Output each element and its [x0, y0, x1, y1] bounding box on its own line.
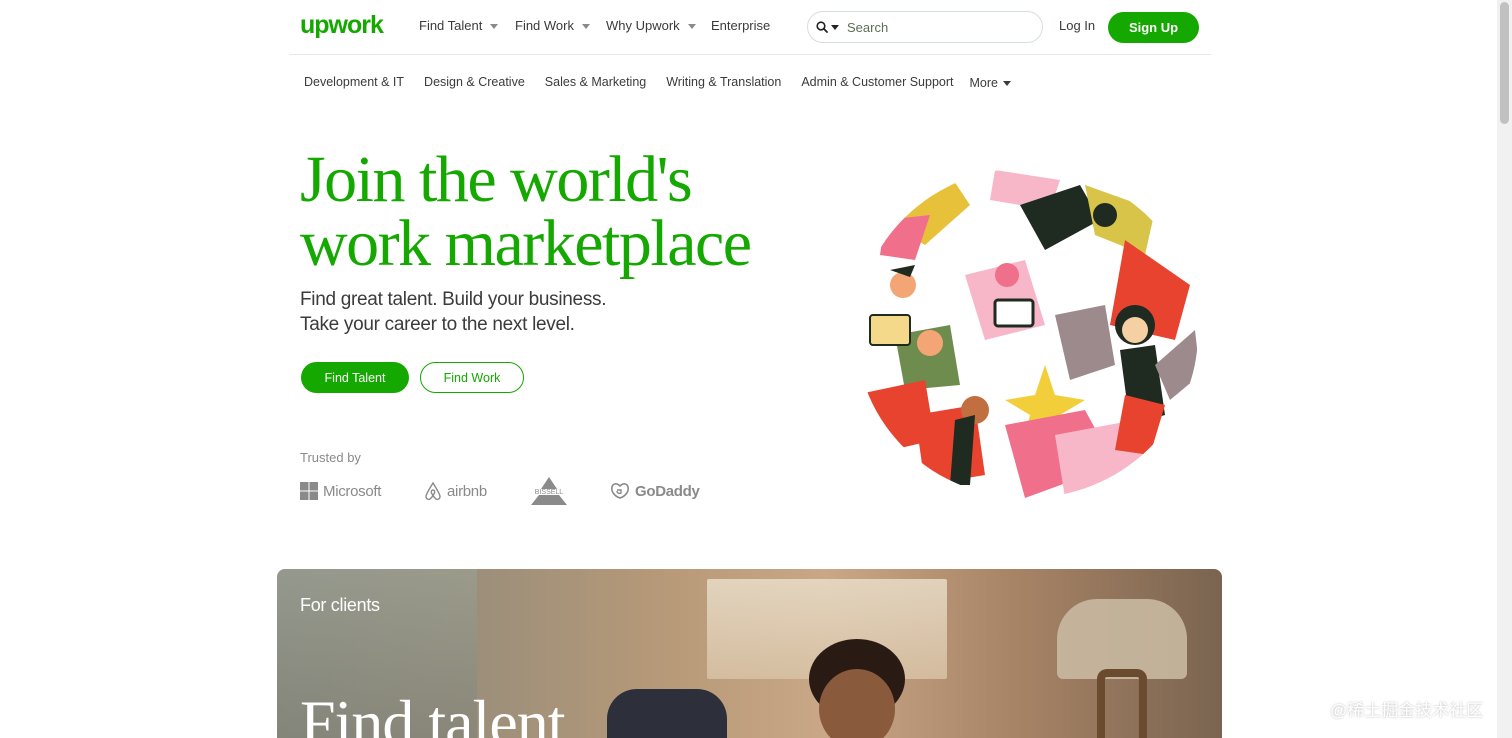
person-photo — [809, 639, 905, 738]
for-clients-label: For clients — [300, 595, 380, 615]
find-work-button[interactable]: Find Work — [420, 362, 524, 393]
search-box[interactable] — [807, 11, 1043, 43]
category-admin-support[interactable]: Admin & Customer Support — [801, 75, 953, 91]
background-lamp-stand — [1097, 669, 1147, 738]
chevron-down-icon — [831, 25, 839, 30]
find-talent-heading: Find talent — [300, 687, 566, 738]
godaddy-text: GoDaddy — [635, 482, 700, 500]
hero-illustration — [855, 165, 1200, 498]
for-clients-card[interactable]: For clients Find talent — [277, 569, 1222, 738]
vertical-scrollbar[interactable] — [1497, 0, 1512, 738]
nav-find-work[interactable]: Find Work — [515, 18, 590, 33]
search-type-dropdown[interactable] — [816, 21, 839, 33]
category-bar: Development & IT Design & Creative Sales… — [304, 75, 1011, 91]
hero-title: Join the world's work marketplace — [300, 143, 820, 280]
godaddy-logo: GoDaddy — [610, 474, 700, 508]
chevron-down-icon — [490, 23, 499, 29]
category-development-it[interactable]: Development & IT — [304, 75, 404, 91]
signup-button[interactable]: Sign Up — [1108, 12, 1199, 43]
nav-find-talent[interactable]: Find Talent — [419, 18, 499, 33]
airbnb-text: airbnb — [447, 482, 487, 500]
nav-why-upwork-label: Why Upwork — [606, 18, 680, 33]
background-pillow — [607, 689, 727, 738]
hero-subtitle-line-2: Take your career to the next level. — [300, 314, 575, 335]
search-input[interactable] — [847, 19, 1027, 35]
search-icon — [816, 21, 828, 33]
category-writing-translation[interactable]: Writing & Translation — [666, 75, 781, 91]
nav-find-talent-label: Find Talent — [419, 18, 483, 33]
hero-subtitle: Find great talent. Build your business. … — [300, 287, 607, 337]
logo-text: upwork — [300, 11, 384, 39]
svg-text:BISSELL: BISSELL — [535, 489, 564, 496]
microsoft-icon — [300, 482, 318, 500]
hero-title-line-1: Join the world's — [300, 143, 693, 216]
bissell-icon: BISSELL — [531, 477, 567, 505]
nav-enterprise[interactable]: Enterprise — [711, 18, 770, 33]
top-header: upwork Find Talent Find Work Why Upwork … — [289, 0, 1211, 55]
airbnb-icon — [425, 481, 441, 501]
hero-subtitle-line-1: Find great talent. Build your business. — [300, 289, 607, 310]
category-more-dropdown[interactable]: More — [970, 75, 1011, 91]
category-more-label: More — [969, 76, 998, 90]
scrollbar-thumb[interactable] — [1500, 2, 1509, 124]
microsoft-text: Microsoft — [323, 482, 382, 500]
nav-find-work-label: Find Work — [515, 18, 574, 33]
nav-enterprise-label: Enterprise — [711, 18, 771, 33]
upwork-logo[interactable]: upwork — [300, 11, 386, 43]
hero-title-line-2: work marketplace — [300, 207, 752, 280]
bissell-logo: BISSELL — [527, 474, 571, 508]
chevron-down-icon — [1002, 81, 1011, 86]
airbnb-logo: airbnb — [424, 474, 487, 508]
nav-why-upwork[interactable]: Why Upwork — [606, 18, 696, 33]
category-sales-marketing[interactable]: Sales & Marketing — [545, 75, 646, 91]
find-talent-button[interactable]: Find Talent — [301, 362, 409, 393]
login-link[interactable]: Log In — [1059, 18, 1095, 33]
chevron-down-icon — [582, 23, 590, 29]
category-design-creative[interactable]: Design & Creative — [424, 75, 525, 91]
godaddy-icon — [611, 483, 629, 499]
watermark: @稀土掘金技术社区 — [1330, 701, 1484, 720]
microsoft-logo: Microsoft — [300, 474, 381, 508]
background-lamp — [1057, 599, 1187, 679]
trusted-by-label: Trusted by — [300, 450, 361, 465]
chevron-down-icon — [687, 23, 696, 29]
